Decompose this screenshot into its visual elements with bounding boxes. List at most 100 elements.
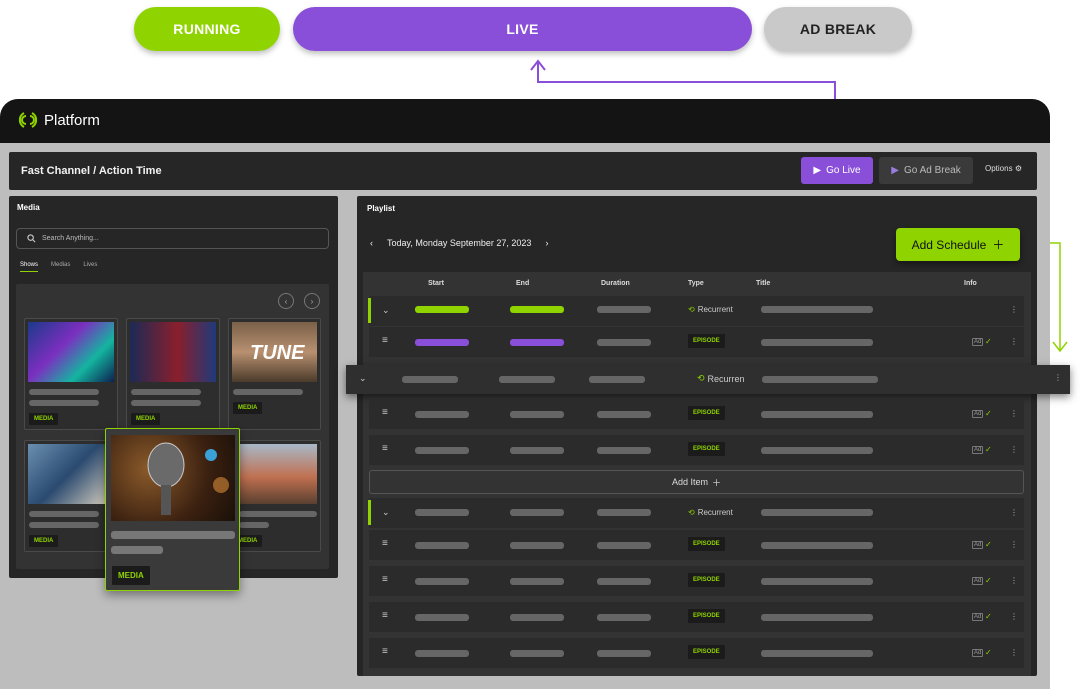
media-card[interactable]: MEDIA	[24, 440, 114, 552]
repeat-icon: ⟲	[688, 305, 695, 314]
add-item-label: Add Item	[671, 477, 708, 487]
episode-row[interactable]: ≡ EPISODE Ad ✓ ⋮	[369, 602, 1024, 632]
title-bar	[761, 614, 873, 621]
next-page-button[interactable]: ›	[304, 293, 320, 309]
playlist-title: Playlist	[367, 204, 396, 213]
chevron-down-icon[interactable]: ⌄	[382, 507, 390, 518]
start-bar	[415, 578, 469, 585]
check-icon: ✓	[985, 540, 992, 549]
media-tag: MEDIA	[29, 535, 59, 547]
episode-row[interactable]: ≡ EPISODE Ad ✓ ⋮	[369, 566, 1024, 596]
microphone-icon	[147, 442, 229, 515]
title-bar	[761, 578, 873, 585]
media-thumbnail	[130, 322, 216, 382]
more-icon[interactable]: ⋮	[1010, 337, 1018, 346]
drag-handle-icon[interactable]: ≡	[382, 574, 388, 585]
schedule-row[interactable]: ⌄ ⟲ Recurrent ⋮	[368, 498, 1024, 528]
media-tag: MEDIA	[131, 413, 161, 425]
plus-icon: ＋	[992, 238, 1005, 252]
options-button[interactable]: Options ⚙	[985, 164, 1022, 173]
episode-row[interactable]: ≡ EPISODE Ad ✓ ⋮	[369, 638, 1024, 668]
more-icon[interactable]: ⋮	[1010, 409, 1018, 418]
episode-tag: EPISODE	[688, 573, 725, 587]
ad-icon: Ad	[972, 541, 984, 549]
title-bar	[761, 339, 873, 346]
add-item-button[interactable]: Add Item ＋	[369, 470, 1024, 494]
drag-handle-icon[interactable]: ≡	[382, 538, 388, 549]
duration-bar	[597, 306, 651, 313]
end-bar	[499, 376, 555, 383]
drag-handle-icon[interactable]: ≡	[382, 407, 388, 418]
go-ad-break-button[interactable]: ▶ Go Ad Break	[879, 157, 973, 184]
check-icon: ✓	[985, 612, 992, 621]
end-bar	[510, 306, 564, 313]
end-bar	[510, 447, 564, 454]
search-input[interactable]: Search Anything...	[16, 228, 329, 249]
more-icon[interactable]: ⋮	[1010, 305, 1018, 314]
app-logo[interactable]: Platform	[18, 110, 100, 130]
media-thumbnail	[232, 444, 317, 504]
media-card[interactable]: TUNE MEDIA	[228, 318, 321, 430]
end-bar	[510, 650, 564, 657]
schedule-row[interactable]: ⌄ ⟲ Recurrent ⋮	[368, 296, 1024, 326]
episode-row[interactable]: ≡ EPISODE Ad ✓ ⋮	[369, 435, 1024, 465]
episode-row[interactable]: ≡ EPISODE Ad ✓ ⋮	[369, 530, 1024, 560]
prev-page-button[interactable]: ‹	[278, 293, 294, 309]
more-icon[interactable]: ⋮	[1010, 648, 1018, 657]
title-bar	[761, 447, 873, 454]
chevron-down-icon[interactable]: ⌄	[382, 305, 390, 316]
episode-tag: EPISODE	[688, 645, 725, 659]
gear-icon: ⚙	[1014, 164, 1022, 173]
dragged-schedule-row[interactable]: ⌄ ⟲ Recurren ⋮	[346, 365, 1070, 394]
play-icon: ▶	[813, 165, 822, 176]
broadcast-icon	[18, 112, 38, 128]
episode-row[interactable]: ≡ EPISODE Ad ✓ ⋮	[369, 399, 1024, 429]
drag-handle-icon[interactable]: ≡	[382, 335, 388, 346]
title-bar	[761, 306, 873, 313]
title-bar	[761, 509, 873, 516]
episode-row[interactable]: ≡ EPISODE Ad ✓ ⋮	[369, 327, 1024, 357]
dragged-media-card[interactable]: MEDIA	[105, 428, 240, 591]
microphone-thumbnail	[111, 435, 235, 521]
chevron-right-icon[interactable]: ›	[545, 238, 548, 248]
start-bar	[415, 509, 469, 516]
app-name: Platform	[44, 111, 100, 129]
ad-icon: Ad	[972, 649, 984, 657]
go-live-button[interactable]: ▶ Go Live	[801, 157, 873, 184]
media-card[interactable]: MEDIA	[126, 318, 220, 430]
duration-bar	[597, 650, 651, 657]
search-icon	[27, 234, 36, 243]
episode-tag: EPISODE	[688, 334, 725, 348]
chevron-down-icon[interactable]: ⌄	[359, 373, 367, 384]
media-tabs: Shows Medias Lives	[20, 262, 97, 272]
tab-medias[interactable]: Medias	[51, 262, 70, 272]
top-bar	[0, 99, 1050, 143]
drag-handle-icon[interactable]: ≡	[382, 646, 388, 657]
more-icon[interactable]: ⋮	[1010, 445, 1018, 454]
search-placeholder: Search Anything...	[42, 235, 99, 242]
duration-bar	[597, 542, 651, 549]
media-card[interactable]: MEDIA	[24, 318, 118, 430]
more-icon[interactable]: ⋮	[1010, 576, 1018, 585]
duration-bar	[597, 447, 651, 454]
drag-handle-icon[interactable]: ≡	[382, 610, 388, 621]
start-bar	[415, 542, 469, 549]
chevron-left-icon[interactable]: ‹	[370, 238, 373, 248]
more-icon[interactable]: ⋮	[1010, 508, 1018, 517]
drag-handle-icon[interactable]: ≡	[382, 443, 388, 454]
recurrent-type: ⟲ Recurrent	[688, 305, 733, 314]
more-icon[interactable]: ⋮	[1010, 612, 1018, 621]
media-tag: MEDIA	[29, 413, 59, 425]
add-schedule-button[interactable]: Add Schedule ＋	[896, 228, 1020, 261]
plus-icon: ＋	[712, 477, 722, 488]
tab-shows[interactable]: Shows	[20, 262, 39, 272]
media-card[interactable]: MEDIA	[228, 440, 321, 552]
tab-lives[interactable]: Lives	[83, 262, 97, 272]
type-label: Recurrent	[697, 305, 733, 314]
end-bar	[510, 542, 564, 549]
options-label: Options	[985, 164, 1013, 173]
more-icon[interactable]: ⋮	[1054, 373, 1062, 382]
start-bar	[415, 650, 469, 657]
placeholder-bar	[29, 400, 99, 406]
more-icon[interactable]: ⋮	[1010, 540, 1018, 549]
